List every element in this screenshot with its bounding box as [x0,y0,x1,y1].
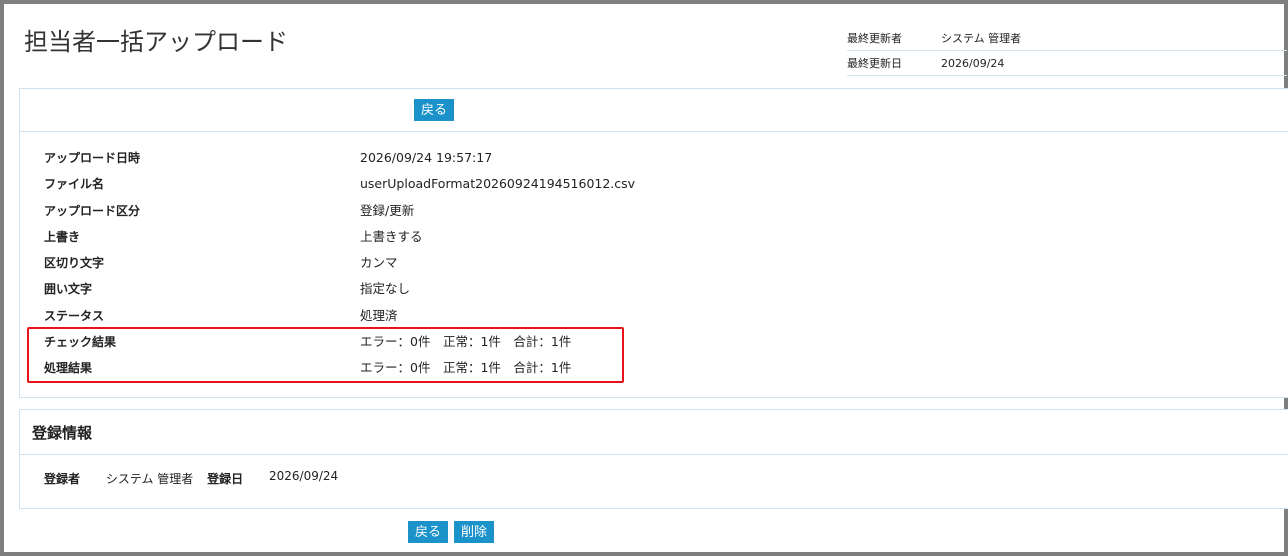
detail-label: ファイル名 [44,177,105,192]
detail-value: エラー：0件 正常：1件 合計：1件 [360,360,572,376]
detail-value: エラー：0件 正常：1件 合計：1件 [360,334,572,350]
detail-label: チェック結果 [44,335,117,350]
detail-label: アップロード日時 [44,151,141,165]
top-toolbar: 戻る [20,89,1288,132]
registered-date-value: 2026/09/24 [268,468,339,483]
last-updated-by-value: システム 管理者 [941,32,1022,45]
detail-label: 上書き [44,229,81,244]
last-updated-by-label: 最終更新者 [847,32,902,45]
detail-label: 区切り文字 [44,256,105,271]
detail-value: 処理済 [360,307,398,323]
registrant-label: 登録者 [44,472,81,486]
registration-header: 登録情報 [20,410,1288,455]
registration-panel: 登録情報 登録者 システム 管理者 登録日 2026/09/24 [19,409,1288,509]
upload-detail-panel: 戻る [19,88,1288,398]
detail-label: 囲い文字 [44,282,93,297]
window-frame: 担当者一括アップロード 最終更新者 システム 管理者 最終更新日 2026/09… [0,0,1288,556]
registered-date-label: 登録日 [207,472,244,486]
detail-value: 上書きする [360,228,423,244]
detail-value: カンマ [360,255,398,271]
detail-label: アップロード区分 [44,203,141,218]
update-meta: 最終更新者 システム 管理者 最終更新日 2026/09/24 [847,26,1287,76]
delete-button[interactable]: 削除 [454,521,495,543]
page-title: 担当者一括アップロード [24,28,288,56]
meta-row-updated-by: 最終更新者 システム 管理者 [847,26,1287,51]
last-updated-date-label: 最終更新日 [847,57,902,70]
detail-label: ステータス [44,308,105,323]
registration-info-row: 登録者 システム 管理者 登録日 2026/09/24 [44,468,339,487]
back-button-bottom[interactable]: 戻る [408,521,449,543]
detail-value: 指定なし [360,281,411,297]
footer-buttons: 戻る 削除 [408,521,495,543]
detail-value: 登録/更新 [360,202,415,218]
registration-section-title: 登録情報 [32,424,93,442]
last-updated-date-value: 2026/09/24 [941,56,1005,70]
detail-value: userUploadFormat20260924194516012.csv [360,176,636,192]
back-button-top[interactable]: 戻る [414,99,455,121]
registrant-value: システム 管理者 [105,472,194,486]
detail-label: 処理結果 [44,361,93,376]
meta-row-updated-date: 最終更新日 2026/09/24 [847,51,1287,76]
detail-value: 2026/09/24 19:57:17 [360,150,493,165]
